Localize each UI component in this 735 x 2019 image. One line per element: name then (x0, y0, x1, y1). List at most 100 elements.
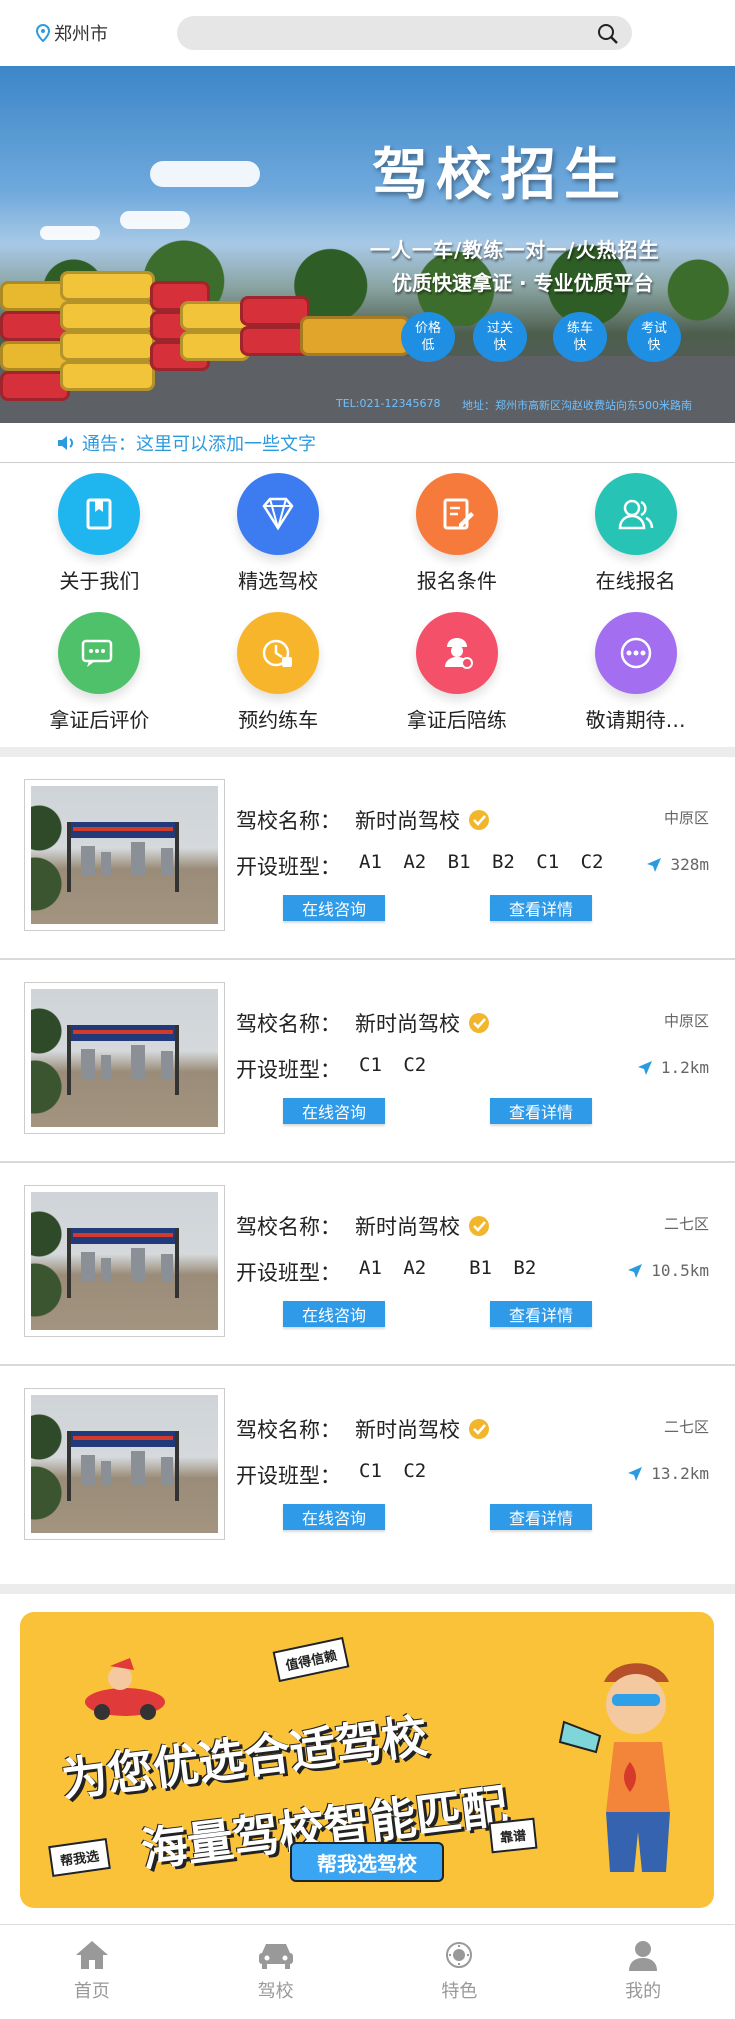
grid-label: 预约练车 (238, 708, 319, 732)
verified-icon (469, 810, 489, 830)
cloud-decoration (150, 161, 260, 187)
grid-item-about[interactable]: 关于我们 (10, 473, 189, 594)
tab-features[interactable]: 特色 (368, 1925, 552, 2019)
district: 二七区 (663, 1418, 709, 1436)
chat-icon (82, 639, 113, 667)
banner-title: 驾校招生 (372, 143, 628, 208)
promo-tag: 靠谱 (488, 1817, 538, 1854)
school-photo[interactable] (24, 1185, 225, 1337)
distance: 1.2km (637, 1058, 709, 1077)
grid-item-booking[interactable]: 预约练车 (189, 612, 368, 733)
tire-decoration (60, 331, 155, 361)
school-photo[interactable] (24, 982, 225, 1134)
grid-item-online-signup[interactable]: 在线报名 (546, 473, 725, 594)
banner-badge: 价格低 (401, 312, 455, 362)
speaker-icon (58, 435, 73, 450)
school-name-row: 驾校名称： 新时尚驾校 (236, 1211, 490, 1241)
detail-button[interactable]: 查看详情 (490, 1098, 592, 1124)
grid-label: 拿证后评价 (49, 708, 150, 732)
grid-label: 在线报名 (595, 569, 676, 593)
promo-banner[interactable]: 驾校招生 一人一车/教练一对一/火热招生 优质快速拿证 · 专业优质平台 价格低… (0, 66, 735, 423)
school-card[interactable]: 驾校名称： 新时尚驾校 开设班型： A1 A2 B1 B2 二七区 10.5km… (0, 1163, 735, 1366)
class-types: C1 C2 (359, 1054, 427, 1076)
school-list: 驾校名称： 新时尚驾校 开设班型： A1 A2 B1 B2 C1 C2 中原区 … (0, 757, 735, 1569)
class-types-row: 开设班型： A1 A2 B1 B2 C1 C2 (236, 851, 603, 881)
help-me-choose-button[interactable]: 帮我选驾校 (290, 1842, 444, 1882)
bottom-tab-bar: 首页 驾校 特色 我的 (0, 1924, 735, 2019)
school-card[interactable]: 驾校名称： 新时尚驾校 开设班型： C1 C2 中原区 1.2km 在线咨询 查… (0, 960, 735, 1163)
tab-schools[interactable]: 驾校 (184, 1925, 368, 2019)
tab-label: 特色 (441, 1981, 478, 2002)
navigation-arrow-icon (628, 1263, 643, 1278)
district: 中原区 (663, 1012, 709, 1030)
banner-badge: 考试快 (627, 312, 681, 362)
consult-button[interactable]: 在线咨询 (283, 1301, 385, 1327)
grid-label: 精选驾校 (238, 569, 319, 593)
notice-bar[interactable]: 通告：这里可以添加一些文字 (0, 423, 735, 463)
cartoon-car-icon (85, 1658, 165, 1720)
grid-item-requirements[interactable]: 报名条件 (368, 473, 547, 594)
tab-home[interactable]: 首页 (0, 1925, 184, 2019)
tire-decoration (60, 271, 155, 301)
search-icon[interactable] (596, 22, 620, 46)
form-edit-icon (443, 498, 474, 530)
tire-decoration (60, 361, 155, 391)
school-name-label: 驾校名称： (236, 809, 341, 833)
school-name-row: 驾校名称： 新时尚驾校 (236, 805, 490, 835)
detail-button[interactable]: 查看详情 (490, 1301, 592, 1327)
grid-item-practice[interactable]: 拿证后陪练 (368, 612, 547, 733)
grid-item-featured-schools[interactable]: 精选驾校 (189, 473, 368, 594)
grid-label: 关于我们 (59, 569, 140, 593)
distance-value: 13.2km (651, 1464, 709, 1483)
more-icon (620, 637, 651, 669)
clock-icon (262, 639, 293, 667)
city-label: 郑州市 (54, 24, 108, 45)
verified-icon (469, 1419, 489, 1439)
grid-item-coming-soon[interactable]: 敬请期待… (546, 612, 725, 733)
city-selector[interactable]: 郑州市 (36, 20, 141, 46)
book-icon (86, 498, 112, 530)
consult-button[interactable]: 在线咨询 (283, 1504, 385, 1530)
school-card[interactable]: 驾校名称： 新时尚驾校 开设班型： A1 A2 B1 B2 C1 C2 中原区 … (0, 757, 735, 960)
cartoon-boy-megaphone-icon (558, 1663, 670, 1872)
school-name-row: 驾校名称： 新时尚驾校 (236, 1008, 490, 1038)
consult-button[interactable]: 在线咨询 (283, 895, 385, 921)
sun-icon (446, 1942, 473, 1968)
school-card[interactable]: 驾校名称： 新时尚驾校 开设班型： C1 C2 二七区 13.2km 在线咨询 … (0, 1366, 735, 1569)
distance: 328m (646, 855, 709, 874)
tab-label: 驾校 (257, 1981, 294, 2002)
school-photo[interactable] (24, 779, 225, 931)
school-name-label: 驾校名称： (236, 1418, 341, 1442)
grid-item-review[interactable]: 拿证后评价 (10, 612, 189, 733)
school-photo[interactable] (24, 1388, 225, 1540)
location-pin-icon (36, 24, 50, 42)
school-name: 新时尚驾校 (355, 1418, 460, 1442)
class-types-row: 开设班型： C1 C2 (236, 1460, 426, 1490)
class-types: A1 A2 B1 B2 C1 C2 (359, 851, 604, 873)
school-name-label: 驾校名称： (236, 1215, 341, 1239)
notice-text: 通告：这里可以添加一些文字 (82, 433, 316, 455)
consult-button[interactable]: 在线咨询 (283, 1098, 385, 1124)
class-types-row: 开设班型： A1 A2 B1 B2 (236, 1257, 536, 1287)
navigation-arrow-icon (628, 1466, 643, 1481)
feature-grid: 关于我们 精选驾校 报名条件 在线报名 拿证后评价 预约练车 拿证后陪练 敬请期… (0, 463, 735, 747)
barrier-decoration (300, 316, 410, 356)
grid-label: 拿证后陪练 (406, 708, 507, 732)
school-match-promo[interactable]: 值得信赖 为您优选合适驾校 海量驾校智能匹配 帮我选 靠谱 帮我选驾校 (20, 1612, 714, 1908)
distance-value: 1.2km (660, 1058, 709, 1077)
class-types: A1 A2 B1 B2 (359, 1257, 537, 1279)
tab-mine[interactable]: 我的 (551, 1925, 735, 2019)
section-divider (0, 747, 735, 757)
class-types: C1 C2 (359, 1460, 427, 1482)
distance: 10.5km (627, 1261, 709, 1280)
detail-button[interactable]: 查看详情 (490, 1504, 592, 1530)
promo-tag: 值得信赖 (272, 1636, 350, 1683)
banner-address: 地址：郑州市高新区沟赵收费站向东500米路南 (462, 399, 692, 412)
search-input[interactable] (177, 16, 632, 50)
banner-badge: 练车快 (553, 312, 607, 362)
distance-value: 328m (670, 855, 709, 874)
distance: 13.2km (627, 1464, 709, 1483)
promo-tag: 帮我选 (48, 1838, 111, 1877)
tire-decoration (60, 301, 155, 331)
detail-button[interactable]: 查看详情 (490, 895, 592, 921)
